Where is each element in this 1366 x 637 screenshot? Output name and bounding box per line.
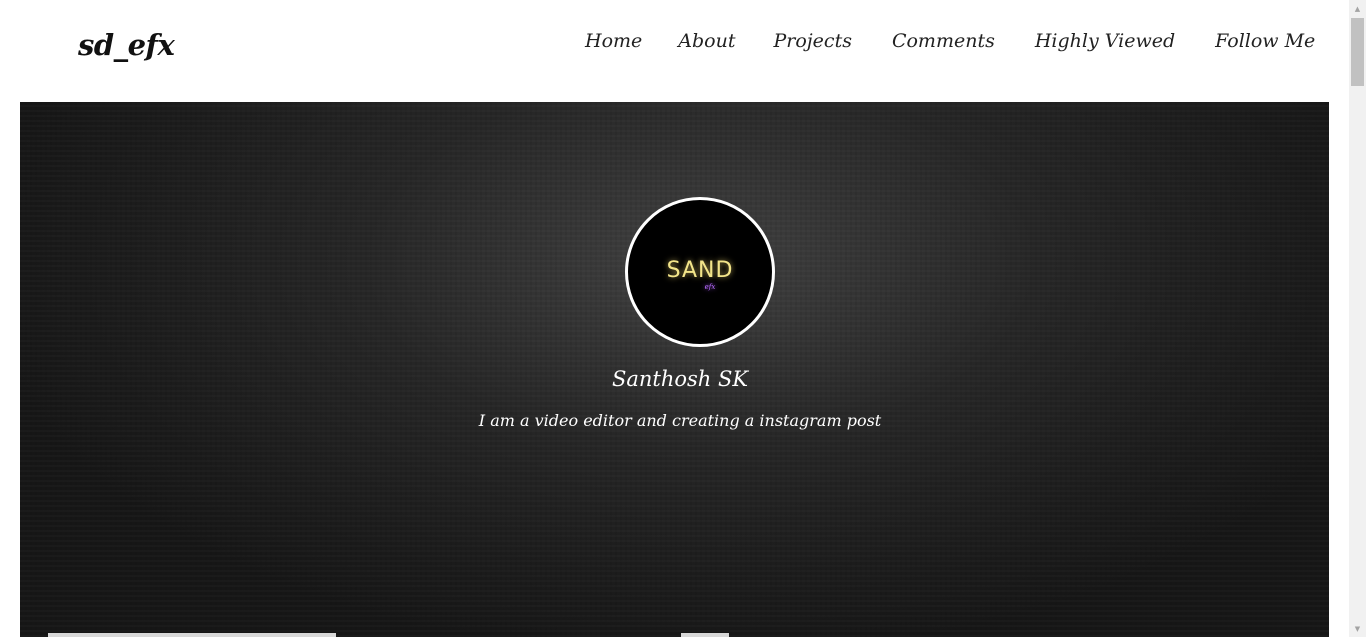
bottom-divider-left — [48, 633, 336, 637]
vertical-scrollbar[interactable]: ▲ ▼ — [1349, 0, 1366, 637]
brand-logo-link[interactable]: sd_efx — [78, 28, 175, 62]
scrollbar-thumb[interactable] — [1351, 18, 1364, 86]
hero-section: SAND efx Santhosh SK I am a video editor… — [20, 102, 1329, 637]
avatar-logo-text: SAND — [666, 257, 734, 283]
bottom-divider-center — [681, 633, 729, 637]
top-navbar: sd_efx Home About Projects Comments High… — [0, 0, 1349, 102]
nav-projects-link[interactable]: Projects — [773, 30, 851, 52]
nav-about-link[interactable]: About — [678, 30, 735, 52]
main-nav: Home About Projects Comments Highly View… — [585, 30, 1315, 52]
scroll-down-arrow-icon[interactable]: ▼ — [1349, 620, 1366, 637]
page: sd_efx Home About Projects Comments High… — [0, 0, 1366, 637]
nav-follow-me-link[interactable]: Follow Me — [1215, 30, 1315, 52]
nav-home-link[interactable]: Home — [585, 30, 642, 52]
profile-avatar: SAND efx — [625, 197, 775, 347]
nav-highly-viewed-link[interactable]: Highly Viewed — [1035, 30, 1175, 52]
avatar-logo-subtext: efx — [704, 282, 716, 291]
nav-comments-link[interactable]: Comments — [892, 30, 995, 52]
scroll-up-arrow-icon[interactable]: ▲ — [1349, 0, 1366, 17]
profile-tagline: I am a video editor and creating a insta… — [478, 411, 882, 430]
profile-name: Santhosh SK — [611, 367, 749, 391]
